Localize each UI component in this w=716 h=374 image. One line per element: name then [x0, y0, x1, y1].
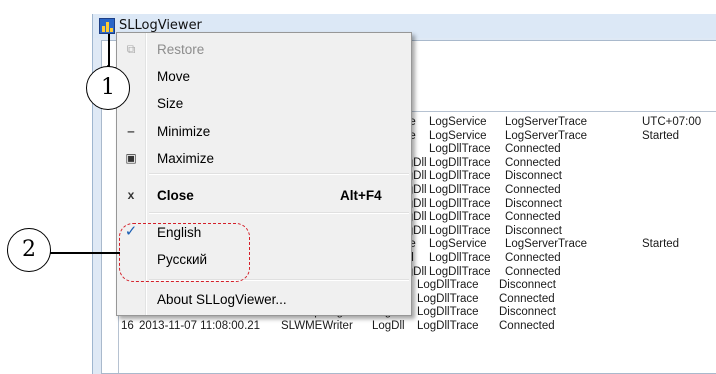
menu-item-move[interactable]: Move	[117, 64, 411, 88]
table-cell-obj: LogService	[429, 238, 487, 251]
menu-item-label: Maximize	[157, 151, 215, 166]
maximize-icon: ▣	[125, 151, 137, 165]
table-cell-trace: Disconnect	[499, 306, 556, 319]
table-cell-trace: LogServerTrace	[505, 238, 588, 251]
menu-item-restore[interactable]: ⧉ Restore	[117, 37, 411, 61]
menu-item-size[interactable]: Size	[117, 91, 411, 115]
table-cell-trace: Connected	[505, 265, 561, 278]
table-row[interactable]: 16 2013-11-07 11:08:00.21 SLWMEWriter LogDl…	[119, 320, 716, 333]
menu-item-minimize[interactable]: ‒ Minimize	[117, 119, 411, 143]
table-cell-trace: Disconnect	[505, 170, 562, 183]
callout-2: 2	[7, 228, 51, 272]
callout-1: 1	[86, 66, 130, 110]
window-title: SLLogViewer	[119, 18, 202, 33]
table-cell-msg: Started	[642, 129, 680, 142]
language-highlight-box	[119, 223, 250, 282]
table-cell-trace: LogServerTrace	[505, 129, 588, 142]
table-cell-trace: Connected	[499, 292, 555, 305]
table-cell-obj: LogService	[429, 116, 487, 128]
table-cell-obj: LogDllTrace	[429, 170, 491, 183]
menu-item-close[interactable]: x Close Alt+F4	[117, 183, 411, 207]
table-cell-obj: LogDllTrace	[417, 306, 479, 319]
table-cell-num: 16	[121, 320, 134, 332]
menu-item-label: Close	[157, 188, 194, 203]
table-cell-obj: LogDllTrace	[429, 143, 491, 156]
table-cell-obj: LogDllTrace	[429, 252, 491, 264]
menu-item-label: Minimize	[157, 124, 211, 139]
table-cell-trace: Disconnect	[499, 279, 556, 292]
table-cell-obj: LogDllTrace	[417, 320, 479, 332]
table-cell-trace: Connected	[505, 252, 561, 264]
close-icon: x	[127, 188, 135, 202]
shortcut-label: Alt+F4	[340, 188, 382, 203]
restore-icon: ⧉	[126, 42, 136, 56]
table-cell-obj: LogDllTrace	[429, 265, 491, 278]
menu-separator	[149, 173, 409, 175]
menu-item-label: Size	[157, 96, 184, 111]
menu-item-about[interactable]: About SLLogViewer...	[117, 287, 411, 311]
menu-item-label: About SLLogViewer...	[157, 292, 287, 307]
minimize-icon: ‒	[127, 124, 135, 138]
table-cell-obj: LogDllTrace	[429, 211, 491, 224]
table-cell-trace: Disconnect	[505, 197, 562, 210]
table-cell-trace: Connected	[505, 211, 561, 224]
table-cell-obj: LogService	[429, 129, 487, 142]
table-cell-trace: Disconnect	[505, 224, 562, 237]
table-cell-obj: LogDllTrace	[429, 184, 491, 196]
table-cell-trace: Connected	[505, 143, 561, 156]
table-cell-obj: LogDllTrace	[417, 292, 479, 305]
table-cell-trace: LogServerTrace	[505, 116, 588, 128]
table-cell-trace: Connected	[505, 184, 561, 196]
table-cell-msg: UTC+07:00	[642, 116, 702, 128]
callout-1-leader	[108, 34, 110, 68]
table-cell-module: LogDll	[372, 320, 405, 332]
table-cell-source: SLWMEWriter	[281, 320, 353, 332]
table-cell-trace: Connected	[505, 156, 561, 169]
table-cell-obj: LogDllTrace	[417, 279, 479, 292]
menu-item-label: Move	[157, 69, 191, 84]
menu-item-maximize[interactable]: ▣ Maximize	[117, 146, 411, 170]
table-cell-datetime: 2013-11-07 11:08:00.21	[139, 320, 261, 332]
table-cell-obj: LogDllTrace	[429, 156, 491, 169]
menu-separator	[149, 212, 409, 214]
table-cell-obj: LogDllTrace	[429, 197, 491, 210]
table-cell-trace: Connected	[499, 320, 555, 332]
table-cell-obj: LogDllTrace	[429, 224, 491, 237]
callout-2-leader	[50, 252, 120, 254]
app-icon[interactable]	[99, 18, 115, 34]
table-cell-msg: Started	[642, 238, 680, 251]
menu-item-label: Restore	[157, 42, 205, 57]
